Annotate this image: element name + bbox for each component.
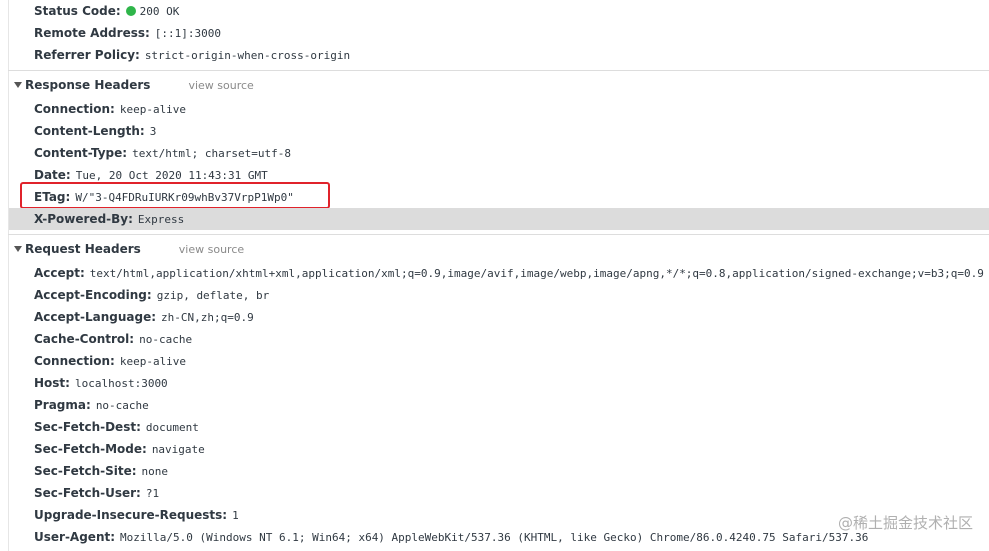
section-divider: [8, 70, 989, 71]
header-value: [::1]:3000: [154, 27, 222, 40]
header-value: document: [145, 421, 199, 434]
header-value: 200 OK: [139, 5, 180, 18]
response-headers-section-header[interactable]: Response Headers view source: [14, 74, 254, 96]
header-value: text/html; charset=utf-8: [132, 147, 292, 160]
header-key: Upgrade-Insecure-Requests:: [34, 508, 228, 522]
header-value: strict-origin-when-cross-origin: [144, 49, 351, 62]
header-value: keep-alive: [119, 103, 187, 116]
request-header-accept-encoding: Accept-Encoding: gzip, deflate, br: [34, 284, 269, 306]
header-value: text/html,application/xhtml+xml,applicat…: [89, 267, 984, 280]
panel-left-border: [8, 0, 9, 551]
request-header-accept: Accept: text/html,application/xhtml+xml,a…: [34, 262, 984, 284]
response-view-source-link[interactable]: view source: [188, 79, 253, 92]
section-divider: [8, 234, 989, 235]
header-value: no-cache: [139, 333, 193, 346]
request-view-source-link[interactable]: view source: [179, 243, 244, 256]
header-key: User-Agent:: [34, 530, 116, 544]
header-value: localhost:3000: [74, 377, 168, 390]
header-key: Host:: [34, 376, 70, 390]
request-header-user-agent: User-Agent: Mozilla/5.0 (Windows NT 6.1; …: [34, 526, 868, 548]
header-key: Sec-Fetch-Dest:: [34, 420, 141, 434]
request-headers-title[interactable]: Request Headers: [25, 242, 141, 256]
request-header-sec-fetch-dest: Sec-Fetch-Dest: document: [34, 416, 199, 438]
request-header-pragma: Pragma: no-cache: [34, 394, 149, 416]
header-key: Content-Type:: [34, 146, 128, 160]
header-key: Cache-Control:: [34, 332, 135, 346]
response-header-content-type: Content-Type: text/html; charset=utf-8: [34, 142, 291, 164]
header-value: navigate: [151, 443, 205, 456]
request-header-connection: Connection: keep-alive: [34, 350, 186, 372]
header-value: Tue, 20 Oct 2020 11:43:31 GMT: [75, 169, 268, 182]
header-key: Referrer Policy:: [34, 48, 140, 62]
etag-highlight-box: [20, 182, 330, 209]
header-value: gzip, deflate, br: [156, 289, 270, 302]
request-header-upgrade-insecure-requests: Upgrade-Insecure-Requests: 1: [34, 504, 239, 526]
header-key: Remote Address:: [34, 26, 150, 40]
header-key: Sec-Fetch-User:: [34, 486, 141, 500]
header-value: 1: [232, 509, 239, 522]
header-value: zh-CN,zh;q=0.9: [161, 311, 254, 324]
status-ok-icon: [125, 6, 136, 16]
header-value: Mozilla/5.0 (Windows NT 6.1; Win64; x64)…: [120, 531, 869, 544]
request-header-sec-fetch-user: Sec-Fetch-User: ?1: [34, 482, 159, 504]
response-header-content-length: Content-Length: 3: [34, 120, 156, 142]
header-value: keep-alive: [119, 355, 187, 368]
response-headers-title[interactable]: Response Headers: [25, 78, 150, 92]
header-key: Connection:: [34, 102, 115, 116]
header-value: no-cache: [95, 399, 149, 412]
expand-triangle-icon[interactable]: [14, 246, 22, 252]
request-header-host: Host: localhost:3000: [34, 372, 168, 394]
request-header-accept-language: Accept-Language: zh-CN,zh;q=0.9: [34, 306, 254, 328]
headers-panel: Status Code: 200 OK Remote Address: [::1]:…: [0, 0, 989, 551]
request-header-sec-fetch-mode: Sec-Fetch-Mode: navigate: [34, 438, 205, 460]
expand-triangle-icon[interactable]: [14, 82, 22, 88]
header-key: X-Powered-By:: [34, 212, 133, 226]
request-header-cache-control: Cache-Control: no-cache: [34, 328, 192, 350]
header-key: Status Code:: [34, 4, 121, 18]
header-value: 3: [149, 125, 157, 138]
general-row-status-code: Status Code: 200 OK: [34, 0, 179, 22]
header-key: Content-Length:: [34, 124, 145, 138]
header-value: ?1: [145, 487, 160, 500]
general-row-remote-address: Remote Address: [::1]:3000: [34, 22, 221, 44]
request-headers-section-header[interactable]: Request Headers view source: [14, 238, 244, 260]
response-header-x-powered-by[interactable]: X-Powered-By: Express: [34, 208, 184, 230]
header-value: Express: [137, 213, 185, 226]
header-key: Sec-Fetch-Site:: [34, 464, 137, 478]
header-key: Pragma:: [34, 398, 91, 412]
header-key: Accept:: [34, 266, 85, 280]
general-row-referrer-policy: Referrer Policy: strict-origin-when-cross…: [34, 44, 350, 66]
header-key: Sec-Fetch-Mode:: [34, 442, 147, 456]
header-key: Accept-Encoding:: [34, 288, 152, 302]
request-header-sec-fetch-site: Sec-Fetch-Site: none: [34, 460, 168, 482]
header-key: Connection:: [34, 354, 115, 368]
watermark-text: @稀土掘金技术社区: [837, 514, 973, 532]
response-header-connection: Connection: keep-alive: [34, 98, 186, 120]
header-key: Accept-Language:: [34, 310, 157, 324]
header-key: Date:: [34, 168, 71, 182]
header-value: none: [141, 465, 169, 478]
